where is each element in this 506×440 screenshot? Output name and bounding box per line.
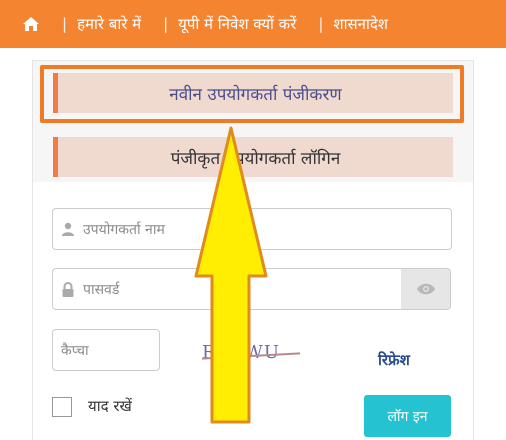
up-arrow-annotation	[194, 126, 268, 424]
